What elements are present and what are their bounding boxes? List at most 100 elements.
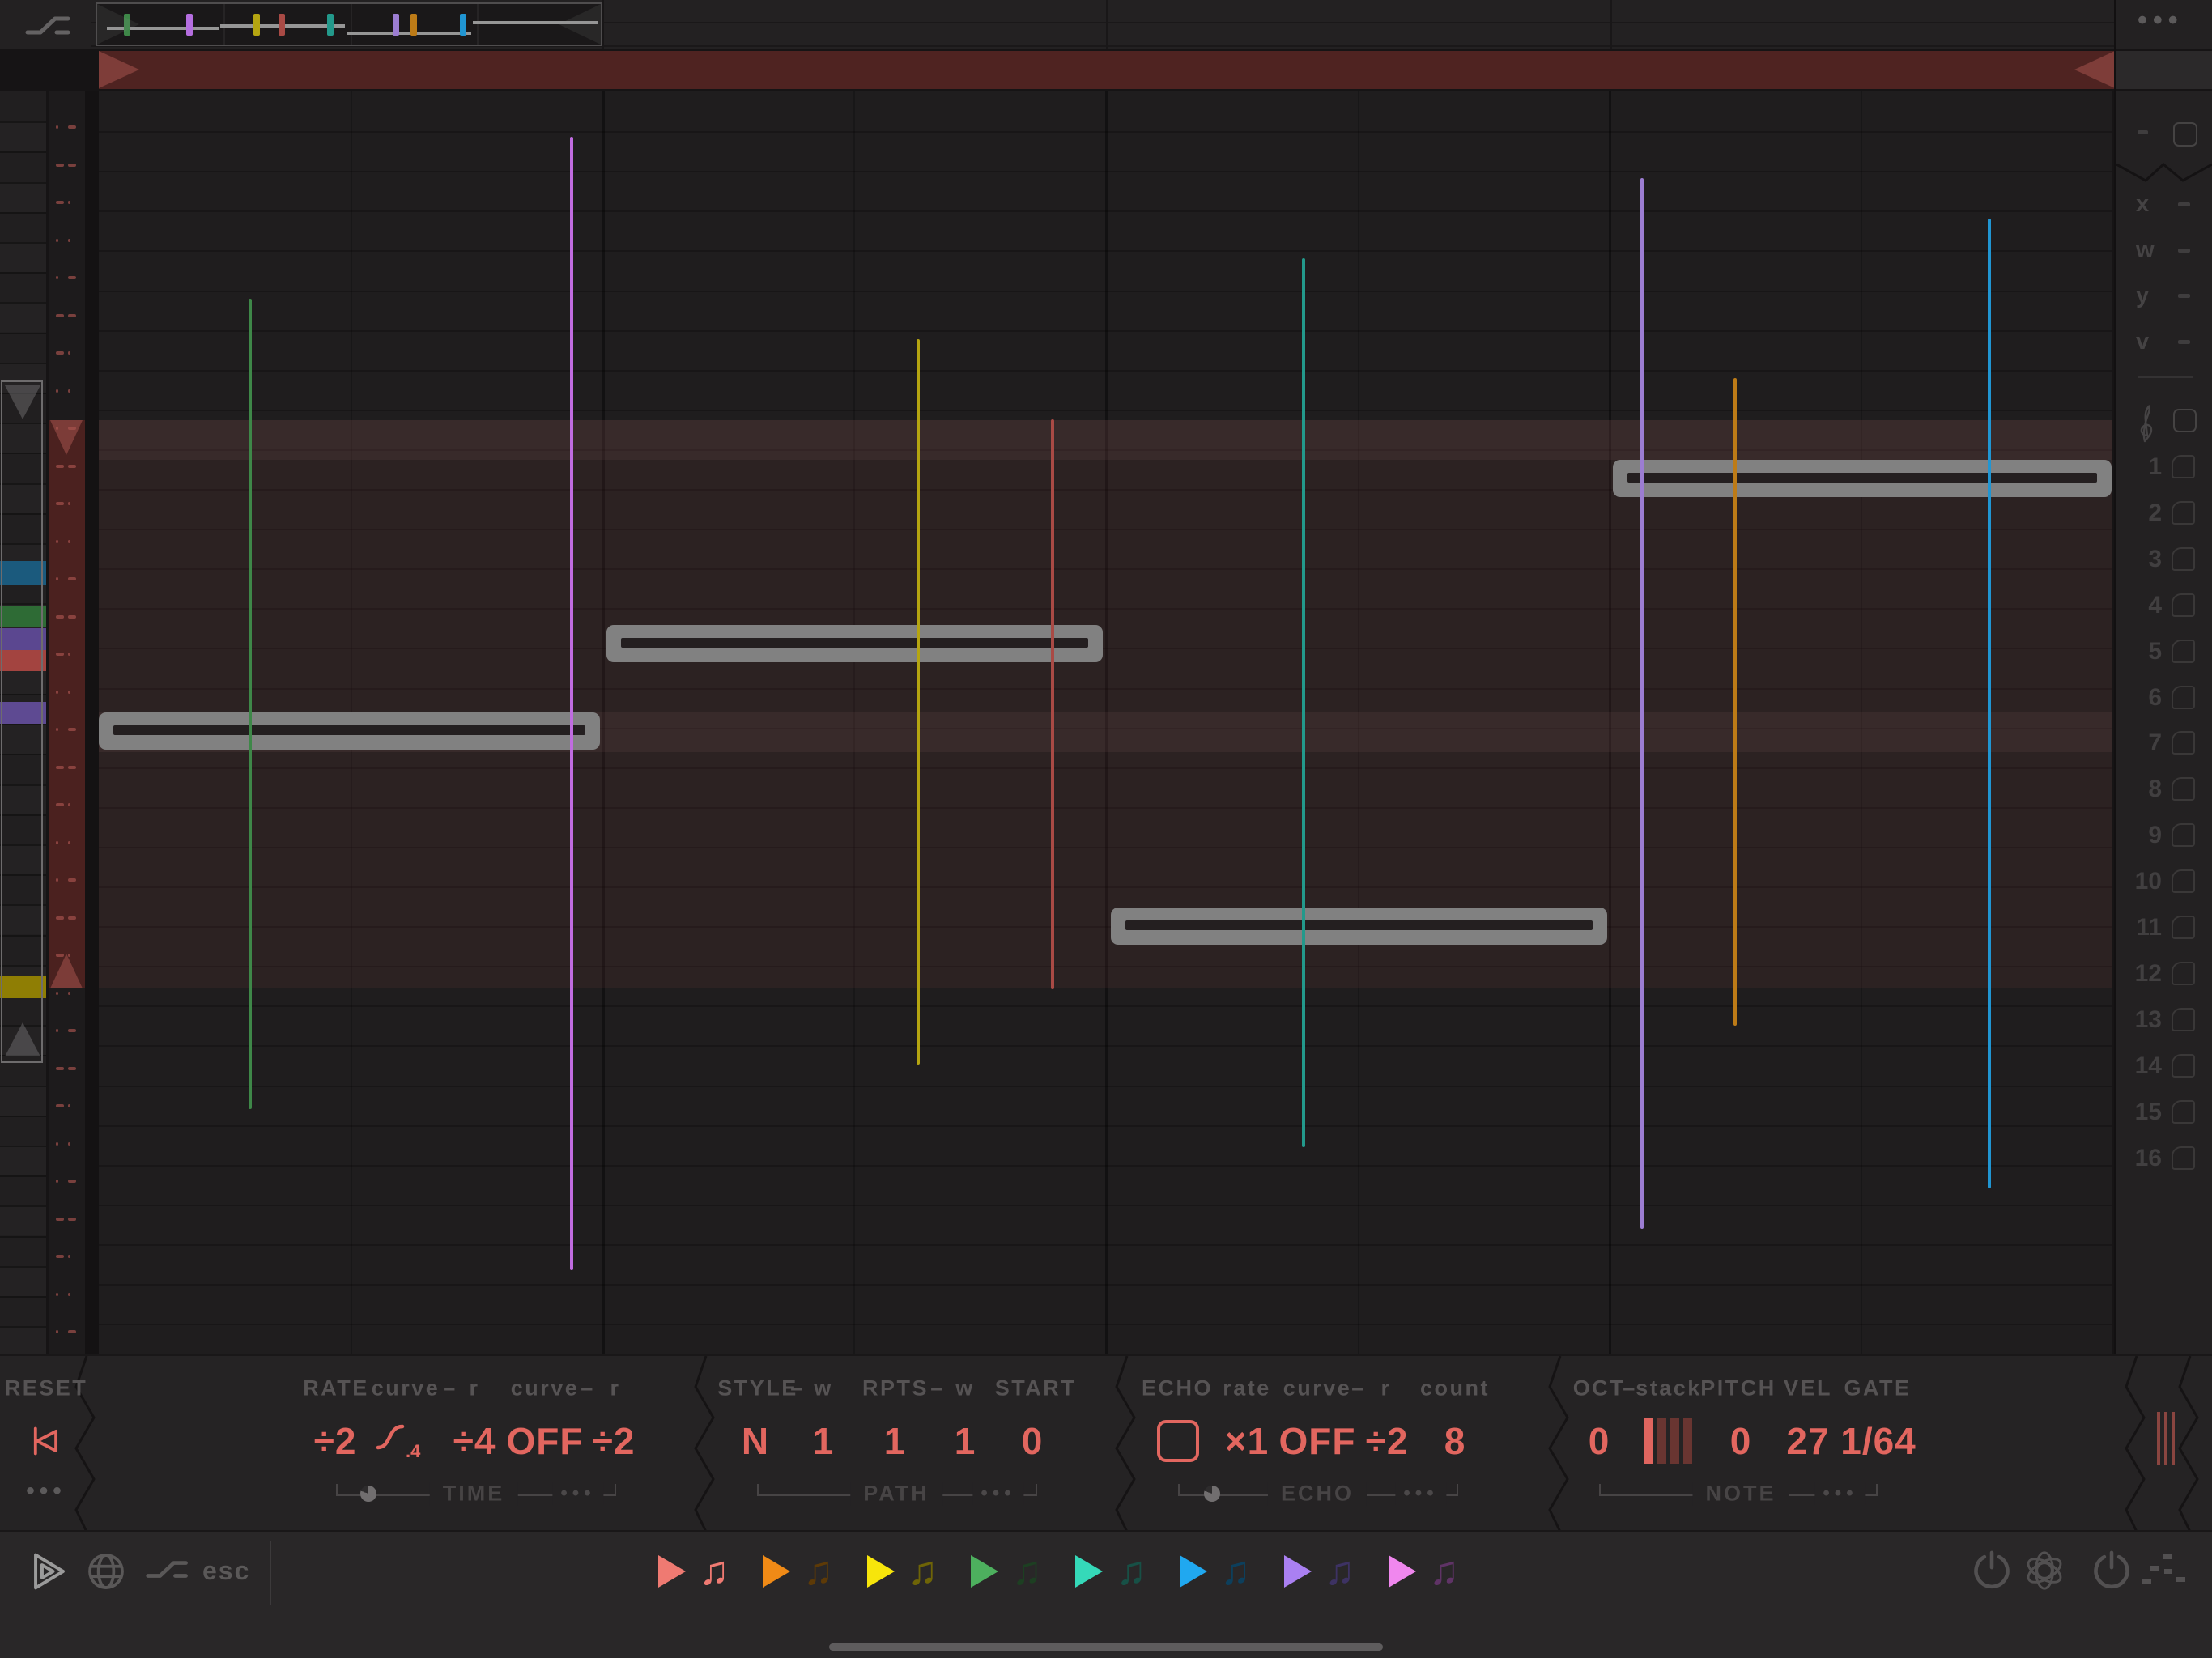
pitch-range-strip[interactable] <box>49 91 85 1354</box>
pattern-slot-4[interactable]: 4 <box>2116 592 2212 627</box>
param-value-button[interactable]: 27 <box>1786 1419 1829 1463</box>
param-value-button[interactable]: 0 <box>1730 1419 1752 1463</box>
slot-icon[interactable] <box>2172 1054 2195 1078</box>
track-8-play-button[interactable] <box>1389 1555 1416 1588</box>
globe-button[interactable] <box>86 1551 126 1592</box>
playhead-line-track-4[interactable] <box>1051 419 1054 989</box>
pattern-slot-3[interactable]: 3 <box>2116 546 2212 581</box>
slot-icon[interactable] <box>2172 455 2195 478</box>
scatter-pattern-button[interactable] <box>2140 1553 2187 1588</box>
control-bar-grip[interactable] <box>2157 1412 2160 1465</box>
pitch-range-selection[interactable] <box>49 420 85 988</box>
echo-enable-checkbox[interactable] <box>1157 1420 1199 1462</box>
note-bar[interactable] <box>99 712 600 750</box>
curve-value-button[interactable]: .4 <box>375 1418 425 1464</box>
pattern-slot-15[interactable]: 15 <box>2116 1099 2212 1134</box>
track-5-play-button[interactable] <box>1075 1555 1103 1588</box>
esc-button[interactable]: esc <box>202 1556 250 1586</box>
minimap-window-edge-left[interactable] <box>97 4 139 45</box>
pattern-slot-10[interactable]: 10 <box>2116 868 2212 903</box>
param-value-button[interactable]: 0 <box>1589 1419 1610 1463</box>
playhead-line-track-8[interactable] <box>1988 219 1991 1188</box>
track-4-play-button[interactable] <box>971 1555 998 1588</box>
control-bar-grip[interactable] <box>2172 1412 2175 1465</box>
pattern-slot-5[interactable]: 5 <box>2116 638 2212 674</box>
axis-row-y[interactable]: y <box>2116 283 2212 315</box>
power-button-right[interactable] <box>2091 1550 2133 1592</box>
power-button-left[interactable] <box>1971 1550 2013 1592</box>
viewport-scroll-down-handle[interactable] <box>5 1022 40 1056</box>
param-value-button[interactable]: 1/64 <box>1840 1419 1916 1463</box>
track-7-note-button[interactable]: ♫ <box>1325 1547 1355 1594</box>
piano-roll-grid[interactable] <box>99 91 2112 1354</box>
axis-row-w[interactable]: w <box>2116 237 2212 270</box>
track-6-play-button[interactable] <box>1180 1555 1207 1588</box>
param-value-button[interactable]: 1 <box>955 1419 976 1463</box>
slot-icon[interactable] <box>2172 823 2195 847</box>
param-value-button[interactable]: 1 <box>884 1419 906 1463</box>
playhead-line-track-3[interactable] <box>917 339 920 1065</box>
slot-icon[interactable] <box>2172 731 2195 755</box>
settings-flower-button[interactable] <box>2022 1548 2067 1593</box>
slot-icon[interactable] <box>2172 916 2195 939</box>
keyboard-viewport-box[interactable] <box>1 380 43 1063</box>
axis-row-v[interactable]: v <box>2116 329 2212 361</box>
slot-icon[interactable] <box>2172 777 2195 801</box>
playhead-line-track-6[interactable] <box>1640 178 1644 1229</box>
pattern-slot-6[interactable]: 6 <box>2116 684 2212 720</box>
param-value-button[interactable]: OFF <box>507 1419 584 1463</box>
playhead-line-track-5[interactable] <box>1302 258 1305 1147</box>
track-7-play-button[interactable] <box>1284 1555 1312 1588</box>
ramp-mode-button[interactable] <box>144 1554 193 1585</box>
track-3-play-button[interactable] <box>867 1555 895 1588</box>
param-value-button[interactable]: 8 <box>1444 1419 1466 1463</box>
slot-icon[interactable] <box>2172 640 2195 663</box>
slot-icon[interactable] <box>2172 962 2195 985</box>
axis-row-x[interactable]: x <box>2116 191 2212 223</box>
param-value-button[interactable]: ×1 <box>1225 1419 1269 1463</box>
note-bar[interactable] <box>606 625 1103 662</box>
pattern-slot-12[interactable]: 12 <box>2116 960 2212 996</box>
slot-icon[interactable] <box>2172 1100 2195 1124</box>
ramp-icon[interactable] <box>21 10 78 42</box>
transport-play-button[interactable] <box>29 1550 70 1592</box>
footer-dots-button[interactable]: ••• <box>972 1482 1023 1505</box>
track-6-note-button[interactable]: ♫ <box>1220 1547 1251 1594</box>
stack-value-button[interactable] <box>1644 1418 1695 1464</box>
pattern-slot-2[interactable]: 2 <box>2116 500 2212 535</box>
loop-bar[interactable] <box>99 51 2115 89</box>
track-2-play-button[interactable] <box>763 1555 790 1588</box>
loop-end-handle[interactable] <box>2074 51 2115 88</box>
slot-icon[interactable] <box>2172 501 2195 525</box>
minimap[interactable] <box>96 2 602 46</box>
track-1-play-button[interactable] <box>658 1555 686 1588</box>
range-bottom-handle[interactable] <box>50 954 83 988</box>
slot-icon[interactable] <box>2172 593 2195 617</box>
param-value-button[interactable]: N <box>742 1419 769 1463</box>
playhead-line-track-7[interactable] <box>1733 378 1737 1026</box>
slot-icon[interactable] <box>2172 547 2195 571</box>
footer-dots-button[interactable]: ••• <box>1814 1482 1865 1505</box>
note-bar[interactable] <box>1111 908 1607 945</box>
param-value-button[interactable]: 1 <box>813 1419 835 1463</box>
track-5-note-button[interactable]: ♫ <box>1116 1547 1146 1594</box>
home-indicator[interactable] <box>829 1643 1383 1651</box>
pattern-slot-7[interactable]: 7 <box>2116 729 2212 765</box>
pattern-slot-9[interactable]: 9 <box>2116 822 2212 857</box>
control-bar-grip[interactable] <box>2164 1412 2167 1465</box>
clef-slot-square[interactable] <box>2173 409 2197 432</box>
range-top-handle[interactable] <box>50 420 83 455</box>
slot-icon[interactable] <box>2172 686 2195 709</box>
slot-icon[interactable] <box>2172 1008 2195 1031</box>
param-value-button[interactable]: ÷2 <box>593 1419 636 1463</box>
viewport-scroll-up-handle[interactable] <box>5 385 40 419</box>
reset-dots-button[interactable]: ••• <box>18 1477 74 1505</box>
footer-dial-icon[interactable] <box>1204 1486 1220 1502</box>
param-value-button[interactable]: ÷2 <box>1366 1419 1409 1463</box>
minimap-window-edge-right[interactable] <box>559 4 601 45</box>
playhead-line-track-2[interactable] <box>570 137 573 1270</box>
slot-icon[interactable] <box>2172 1146 2195 1170</box>
pattern-slot-11[interactable]: 11 <box>2116 914 2212 950</box>
pattern-slot-1[interactable]: 1 <box>2116 453 2212 489</box>
footer-dots-button[interactable]: ••• <box>552 1482 603 1505</box>
